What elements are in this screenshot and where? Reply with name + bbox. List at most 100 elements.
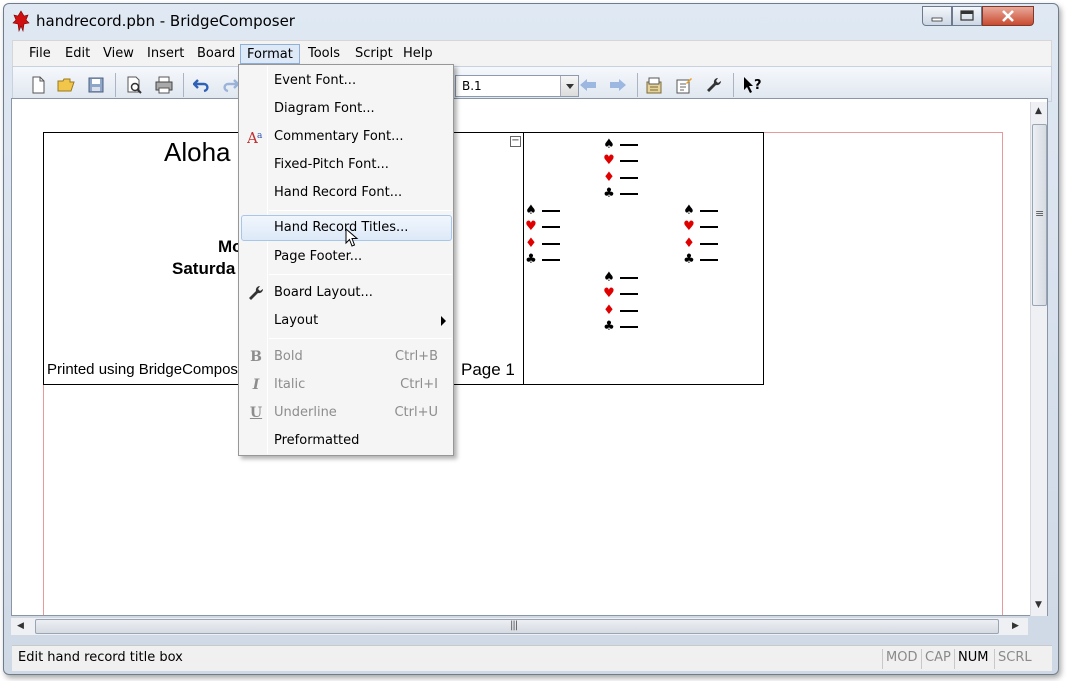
scroll-right-icon[interactable]: ▶	[1012, 621, 1019, 631]
board-properties-icon[interactable]	[645, 76, 663, 94]
menu-item-bold[interactable]: B Bold Ctrl+B	[241, 344, 452, 370]
new-icon[interactable]	[29, 76, 47, 94]
heart-icon: ♥	[603, 153, 615, 168]
title-bar[interactable]: handrecord.pbn - BridgeComposer	[4, 4, 1058, 40]
grip-icon: |||	[510, 620, 518, 631]
menu-item-event-font[interactable]: Event Font...	[241, 68, 452, 94]
toolbar-separator	[733, 73, 734, 97]
horizontal-scroll-thumb[interactable]: |||	[35, 619, 999, 634]
scroll-left-icon[interactable]: ◀	[17, 621, 24, 631]
previous-board-icon[interactable]	[579, 76, 597, 94]
document-view[interactable]: Aloha Mo Saturda Printed using BridgeCom…	[11, 98, 1048, 616]
south-diamonds: ♦	[602, 303, 638, 319]
indicator-scrl: SCRL	[994, 649, 1035, 669]
underline-icon: U	[249, 405, 263, 421]
east-clubs: ♣	[682, 252, 718, 268]
heart-icon: ♥	[603, 286, 615, 301]
indicator-cap: CAP	[921, 649, 954, 669]
bold-icon: B	[250, 349, 262, 365]
west-hearts: ♥	[524, 219, 560, 235]
east-spades: ♠	[682, 203, 718, 219]
heart-icon: ♥	[525, 219, 537, 234]
club-icon: ♣	[603, 186, 615, 201]
toolbar-separator	[637, 73, 638, 97]
edit-icon[interactable]	[675, 76, 693, 94]
menu-script[interactable]: Script	[349, 44, 399, 64]
spade-icon: ♠	[683, 203, 695, 218]
menu-format[interactable]: Format	[240, 44, 300, 64]
toolbar-separator	[183, 73, 184, 97]
north-spades: ♠	[602, 137, 638, 153]
diamond-icon: ♦	[603, 303, 615, 318]
scroll-up-icon[interactable]: ▲	[1035, 106, 1042, 116]
minimize-button[interactable]	[922, 6, 952, 26]
hand-diagram-box[interactable]: ♠ ♥ ♦ ♣ ♠ ♥ ♦ ♣ ♠ ♥ ♦ ♣ ♠ ♥ ♦ ♣	[523, 132, 764, 385]
status-bar: Edit hand record title box MOD CAP NUM S…	[12, 645, 1052, 671]
vertical-scrollbar[interactable]: ▲ ≡ ▼	[1030, 102, 1047, 616]
scroll-down-icon[interactable]: ▼	[1035, 600, 1042, 610]
west-diamonds: ♦	[524, 236, 560, 252]
printed-using-footer: Printed using BridgeCompose	[47, 361, 247, 378]
svg-text:?: ?	[754, 78, 762, 93]
print-preview-icon[interactable]	[125, 76, 143, 94]
chevron-down-icon	[566, 84, 574, 89]
event-date-line: Saturda	[172, 259, 236, 278]
settings-wrench-icon[interactable]	[705, 76, 723, 94]
menu-board[interactable]: Board	[191, 44, 241, 64]
redo-icon[interactable]	[221, 76, 239, 94]
undo-icon[interactable]	[193, 76, 211, 94]
board-selector[interactable]: B.1	[455, 75, 579, 97]
window-title: handrecord.pbn - BridgeComposer	[36, 12, 295, 30]
spade-icon: ♠	[603, 270, 615, 285]
status-text: Edit hand record title box	[18, 650, 183, 665]
toolbar-separator	[115, 73, 116, 97]
indicator-mod: MOD	[882, 649, 920, 669]
club-icon: ♣	[683, 252, 695, 267]
club-icon: ♣	[525, 252, 537, 267]
board-selector-value: B.1	[462, 79, 482, 93]
menu-item-underline[interactable]: U Underline Ctrl+U	[241, 400, 452, 426]
east-hearts: ♥	[682, 219, 718, 235]
club-icon: ♣	[603, 319, 615, 334]
menu-item-hand-record-font[interactable]: Hand Record Font...	[241, 180, 452, 206]
menu-edit[interactable]: Edit	[59, 44, 96, 64]
maximize-button[interactable]	[952, 6, 982, 26]
menu-item-preformatted[interactable]: Preformatted	[241, 428, 452, 454]
context-help-icon[interactable]: ?	[743, 76, 765, 94]
collapse-icon[interactable]: −	[510, 136, 521, 147]
menu-view[interactable]: View	[97, 44, 140, 64]
menu-item-fixed-pitch-font[interactable]: Fixed-Pitch Font...	[241, 152, 452, 178]
diamond-icon: ♦	[683, 236, 695, 251]
menu-item-layout[interactable]: Layout	[241, 308, 452, 334]
board-selector-dropdown[interactable]	[560, 76, 578, 96]
menu-insert[interactable]: Insert	[141, 44, 190, 64]
save-icon[interactable]	[87, 76, 105, 94]
app-logo-icon	[12, 10, 30, 32]
menu-item-diagram-font[interactable]: Diagram Font...	[241, 96, 452, 122]
grip-icon: ≡	[1035, 207, 1045, 220]
menu-bar: File Edit View Insert Board Format Tools…	[12, 40, 1052, 66]
vertical-scroll-thumb[interactable]: ≡	[1032, 124, 1047, 306]
next-board-icon[interactable]	[609, 76, 627, 94]
horizontal-scrollbar[interactable]: ◀ ||| ▶	[11, 617, 1028, 635]
font-icon: Aa	[247, 129, 263, 146]
menu-item-italic[interactable]: I Italic Ctrl+I	[241, 372, 452, 398]
maximize-icon	[960, 10, 974, 21]
menu-item-board-layout[interactable]: Board Layout...	[241, 280, 452, 306]
print-icon[interactable]	[155, 76, 173, 94]
menu-item-commentary-font[interactable]: Aa Commentary Font...	[241, 124, 452, 150]
indicator-num: NUM	[954, 649, 991, 669]
heart-icon: ♥	[683, 219, 695, 234]
menu-help[interactable]: Help	[397, 44, 439, 64]
italic-icon: I	[252, 377, 260, 393]
spade-icon: ♠	[603, 137, 615, 152]
menu-file[interactable]: File	[23, 44, 57, 64]
wrench-icon	[249, 285, 264, 300]
svg-text:a: a	[257, 131, 263, 141]
west-clubs: ♣	[524, 252, 560, 268]
open-icon[interactable]	[57, 76, 75, 94]
south-hearts: ♥	[602, 286, 638, 302]
menu-separator	[269, 338, 452, 339]
close-button[interactable]	[982, 6, 1034, 26]
menu-tools[interactable]: Tools	[302, 44, 346, 64]
